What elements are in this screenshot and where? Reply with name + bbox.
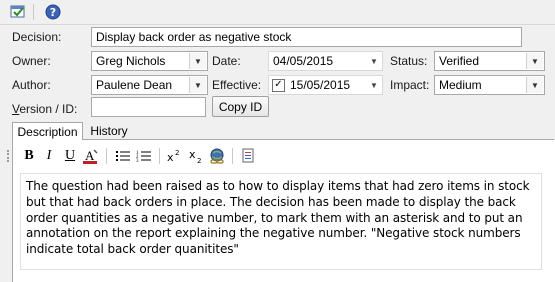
decision-value: Display back order as negative stock — [96, 30, 292, 44]
help-icon[interactable]: ? — [44, 3, 62, 21]
impact-label: Impact: — [390, 78, 430, 92]
status-label: Status: — [390, 54, 428, 68]
tab-description-label: Description — [17, 124, 78, 139]
effective-checkbox[interactable]: ✓ — [272, 78, 285, 92]
description-editor[interactable]: The question had been raised as to how t… — [20, 173, 542, 270]
svg-text:x: x — [189, 148, 196, 161]
owner-combo[interactable]: Greg Nichols ▼ — [91, 51, 208, 71]
bullet-list-icon[interactable] — [114, 148, 132, 164]
decision-input[interactable]: Display back order as negative stock — [91, 27, 522, 47]
hyperlink-icon[interactable] — [209, 148, 227, 164]
version-label: Version / ID: — [12, 102, 78, 116]
date-value: 04/05/2015 — [273, 54, 334, 68]
tab-history[interactable]: History — [85, 122, 133, 140]
italic-button[interactable]: I — [40, 148, 58, 164]
effective-dropdown-icon[interactable]: ▼ — [368, 76, 380, 94]
impact-value: Medium — [439, 78, 482, 92]
svg-text:?: ? — [50, 6, 56, 19]
document-icon[interactable] — [239, 148, 257, 164]
copy-id-label: Copy ID — [218, 99, 263, 114]
author-combo[interactable]: Paulene Dean ▼ — [91, 75, 208, 95]
date-label: Date: — [212, 54, 241, 68]
subscript-icon[interactable]: x 2 — [188, 148, 206, 164]
svg-text:A: A — [85, 148, 95, 163]
status-value: Verified — [439, 54, 480, 68]
properties-icon[interactable] — [9, 3, 27, 21]
tab-history-label: History — [90, 124, 128, 138]
status-combo[interactable]: Verified ▼ — [434, 51, 545, 71]
effective-label: Effective: — [212, 78, 262, 92]
numbered-list-icon[interactable]: 1 2 3 — [135, 148, 153, 164]
date-picker[interactable]: 04/05/2015 ▼ — [268, 51, 383, 71]
effective-value: 15/05/2015 — [290, 78, 351, 92]
impact-dropdown-icon[interactable]: ▼ — [526, 77, 543, 93]
toolbar-separator — [33, 4, 34, 20]
svg-text:x: x — [167, 151, 174, 164]
toolbar-divider — [0, 24, 555, 25]
owner-dropdown-icon[interactable]: ▼ — [189, 53, 206, 69]
superscript-icon[interactable]: x 2 — [166, 148, 184, 164]
author-value: Paulene Dean — [96, 78, 173, 92]
description-text: The question had been raised as to how t… — [26, 179, 530, 257]
version-input[interactable] — [91, 97, 206, 117]
format-separator-3 — [232, 148, 233, 164]
format-separator-1 — [106, 148, 107, 164]
svg-text:3: 3 — [136, 159, 139, 163]
owner-value: Greg Nichols — [96, 54, 166, 68]
author-label: Author: — [12, 78, 51, 92]
font-color-icon[interactable]: A — [82, 148, 100, 164]
svg-text:2: 2 — [175, 149, 179, 157]
date-dropdown-icon[interactable]: ▼ — [368, 52, 380, 70]
underline-button[interactable]: U — [61, 148, 79, 164]
decision-label: Decision: — [12, 30, 62, 44]
effective-date-picker[interactable]: ✓ 15/05/2015 ▼ — [268, 75, 383, 95]
svg-text:2: 2 — [197, 157, 201, 164]
impact-combo[interactable]: Medium ▼ — [434, 75, 545, 95]
status-dropdown-icon[interactable]: ▼ — [526, 53, 543, 69]
bold-button[interactable]: B — [20, 148, 38, 164]
author-dropdown-icon[interactable]: ▼ — [189, 77, 206, 93]
owner-label: Owner: — [12, 54, 51, 68]
format-separator-2 — [159, 148, 160, 164]
format-toolbar-grip[interactable] — [7, 150, 11, 162]
copy-id-button[interactable]: Copy ID — [212, 96, 269, 117]
tab-description[interactable]: Description — [12, 122, 83, 140]
